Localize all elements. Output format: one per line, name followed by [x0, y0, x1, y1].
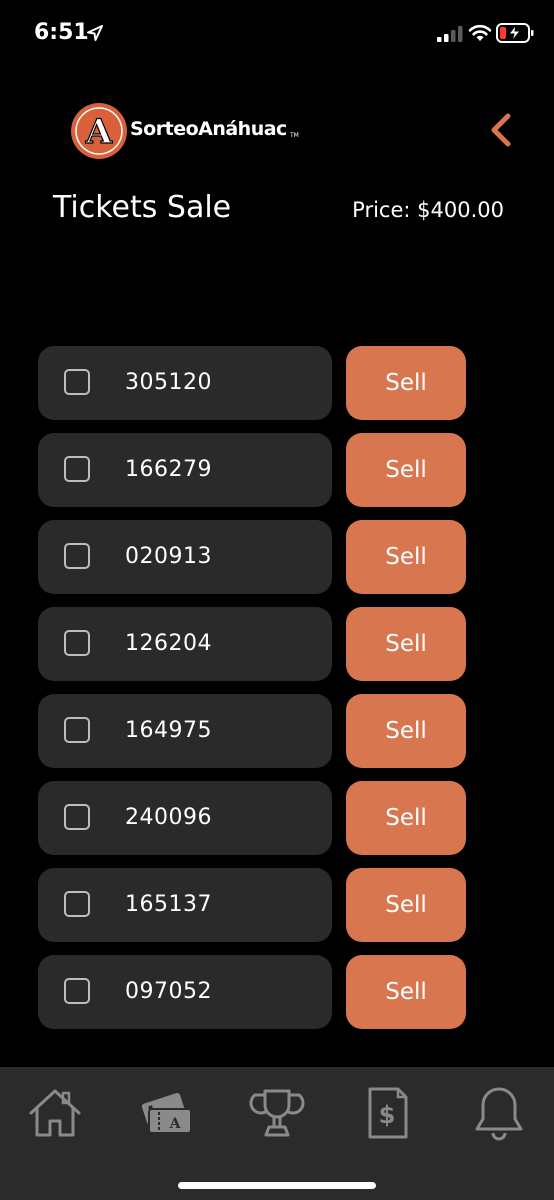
ticket-number: 020913	[125, 544, 212, 569]
home-indicator	[178, 1182, 376, 1189]
price-label: Price: $400.00	[352, 198, 504, 222]
tickets-icon-letter: A	[169, 1116, 182, 1132]
ticket-checkbox[interactable]	[64, 978, 90, 1004]
receipt-dollar-icon: $	[368, 1087, 408, 1139]
ticket-card: 020913	[38, 520, 332, 594]
ticket-checkbox[interactable]	[64, 804, 90, 830]
ticket-row: 165137 Sell	[38, 868, 468, 942]
ticket-number: 240096	[125, 805, 212, 830]
chevron-left-icon	[491, 113, 511, 147]
ticket-card: 164975	[38, 694, 332, 768]
ticket-list: 305120 Sell 166279 Sell 020913 Sell 1262…	[38, 346, 468, 1042]
ticket-number: 305120	[125, 370, 212, 395]
ticket-card: 166279	[38, 433, 332, 507]
tab-notifications[interactable]	[469, 1085, 529, 1141]
tab-home[interactable]	[25, 1085, 85, 1141]
tab-prizes[interactable]	[247, 1085, 307, 1141]
ticket-checkbox[interactable]	[64, 456, 90, 482]
ticket-number: 126204	[125, 631, 212, 656]
ticket-number: 164975	[125, 718, 212, 743]
ticket-card: 097052	[38, 955, 332, 1029]
sell-button[interactable]: Sell	[346, 781, 466, 855]
home-icon	[29, 1089, 81, 1137]
wifi-icon	[468, 24, 492, 41]
page-title: Tickets Sale	[53, 190, 232, 225]
ticket-row: 020913 Sell	[38, 520, 468, 594]
ticket-checkbox[interactable]	[64, 630, 90, 656]
logo-trademark: TM	[290, 132, 299, 139]
cellular-signal-icon	[437, 26, 463, 42]
ticket-row: 305120 Sell	[38, 346, 468, 420]
sell-button[interactable]: Sell	[346, 433, 466, 507]
ticket-card: 126204	[38, 607, 332, 681]
ticket-number: 097052	[125, 979, 212, 1004]
ticket-row: 240096 Sell	[38, 781, 468, 855]
bell-icon	[475, 1087, 523, 1141]
trophy-icon	[249, 1089, 305, 1137]
status-bar: 6:51	[0, 0, 554, 64]
ticket-checkbox[interactable]	[64, 717, 90, 743]
bottom-tab-bar: A $	[0, 1067, 554, 1200]
sell-button[interactable]: Sell	[346, 868, 466, 942]
ticket-row: 166279 Sell	[38, 433, 468, 507]
logo-letter: A	[85, 112, 113, 152]
logo-text: SorteoAnáhuac	[130, 118, 287, 140]
ticket-card: 305120	[38, 346, 332, 420]
ticket-checkbox[interactable]	[64, 369, 90, 395]
tickets-icon: A	[141, 1093, 192, 1134]
sell-button[interactable]: Sell	[346, 955, 466, 1029]
ticket-row: 126204 Sell	[38, 607, 468, 681]
back-button[interactable]	[482, 110, 518, 150]
ticket-checkbox[interactable]	[64, 543, 90, 569]
sell-button[interactable]: Sell	[346, 607, 466, 681]
sell-button[interactable]: Sell	[346, 694, 466, 768]
sell-button[interactable]: Sell	[346, 520, 466, 594]
location-arrow-icon	[87, 25, 103, 41]
ticket-row: 164975 Sell	[38, 694, 468, 768]
ticket-card: 240096	[38, 781, 332, 855]
status-time: 6:51	[34, 20, 89, 45]
ticket-number: 166279	[125, 457, 212, 482]
ticket-number: 165137	[125, 892, 212, 917]
sell-button[interactable]: Sell	[346, 346, 466, 420]
ticket-checkbox[interactable]	[64, 891, 90, 917]
ticket-card: 165137	[38, 868, 332, 942]
battery-charging-icon	[496, 23, 534, 43]
sorteo-anahuac-logo: A SorteoAnáhuac TM	[70, 102, 310, 162]
tab-payments[interactable]: $	[358, 1085, 418, 1141]
logo-badge-icon: A	[71, 103, 127, 159]
ticket-row: 097052 Sell	[38, 955, 468, 1029]
tab-tickets[interactable]: A	[137, 1085, 197, 1141]
receipt-dollar-symbol: $	[379, 1101, 396, 1129]
